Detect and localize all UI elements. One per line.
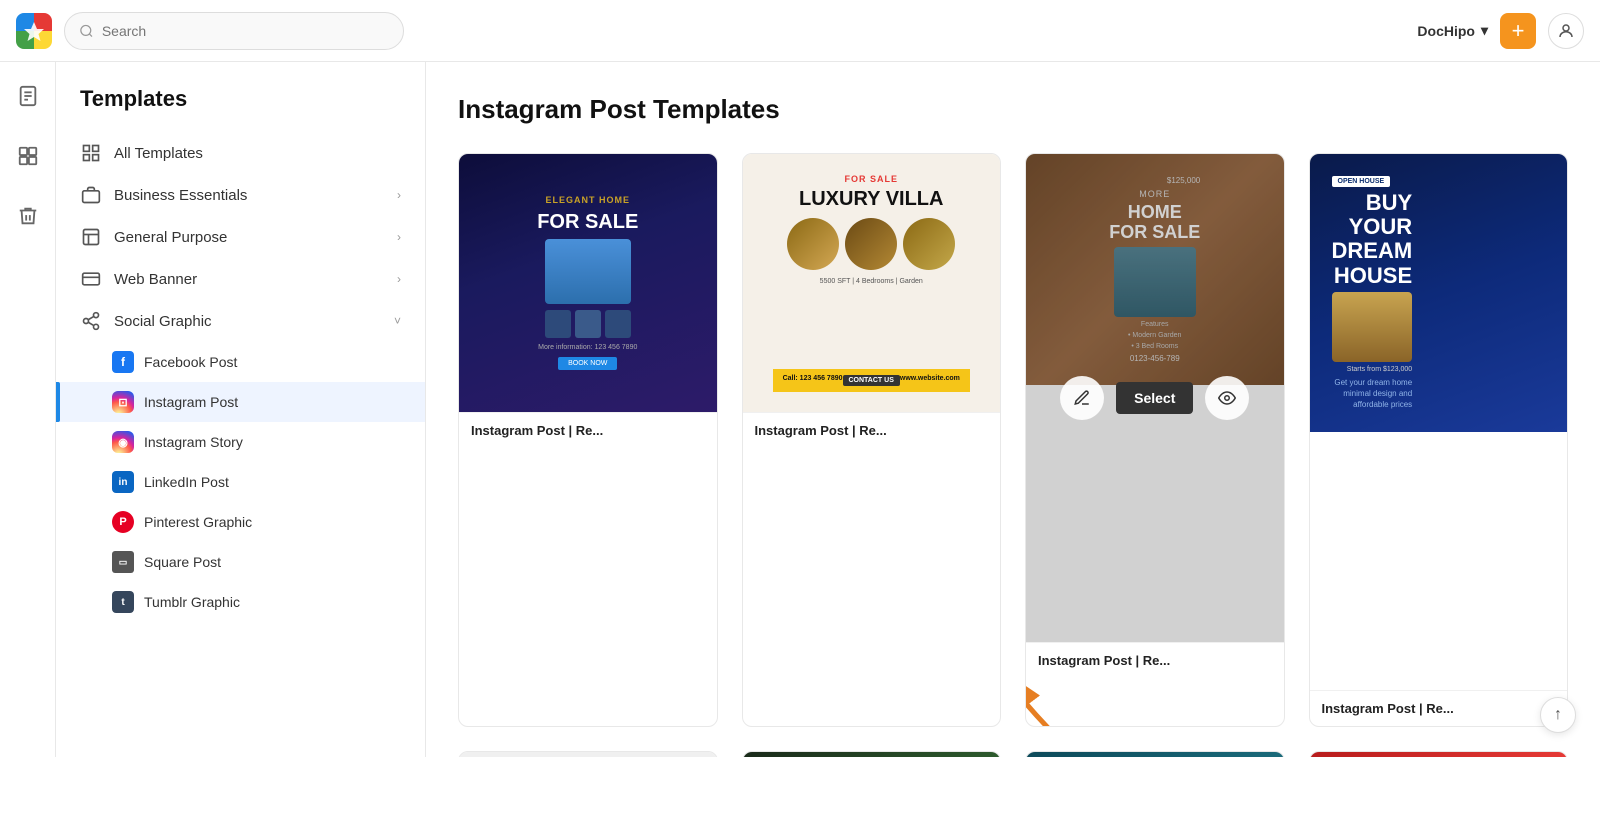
instagram-post-label: Instagram Post: [144, 394, 238, 410]
instagram-story-label: Instagram Story: [144, 434, 243, 450]
tumblr-graphic-label: Tumblr Graphic: [144, 594, 240, 610]
template-card-8[interactable]: FIND YOURDREAM HOME Price starts at: $2,…: [1309, 751, 1569, 757]
sidebar-title: Templates: [56, 86, 425, 132]
template-label-2: Instagram Post | Re...: [743, 412, 1001, 448]
template-card-4[interactable]: OPEN HOUSE BUYYOURDREAMHOUSE Starts from…: [1309, 153, 1569, 727]
nav-sidebar: Templates All Templates Business Essenti…: [56, 62, 426, 757]
facebook-post-label: Facebook Post: [144, 354, 237, 370]
sidebar-icon-trash[interactable]: [10, 198, 46, 234]
facebook-icon: f: [112, 351, 134, 373]
instagram-icon: ⊡: [112, 391, 134, 413]
linkedin-post-label: LinkedIn Post: [144, 474, 229, 490]
topbar-right: DocHipo ▾ +: [1417, 13, 1584, 49]
template-card-3[interactable]: $125,000 More HomeFor Sale Features • Mo…: [1025, 153, 1285, 727]
template-grid: ELEGANT HOME FOR SALE More information: …: [458, 153, 1568, 757]
icon-sidebar: [0, 62, 56, 757]
template-preview-4: OPEN HOUSE BUYYOURDREAMHOUSE Starts from…: [1310, 154, 1568, 432]
web-banner-label: Web Banner: [114, 271, 385, 288]
preview-button-3[interactable]: [1205, 376, 1249, 420]
user-account-button[interactable]: [1548, 13, 1584, 49]
brand-name: DocHipo: [1417, 23, 1475, 39]
brand-dropdown[interactable]: DocHipo ▾: [1417, 22, 1488, 39]
all-templates-icon: [80, 142, 102, 164]
customize-button-3[interactable]: [1060, 376, 1104, 420]
template-label-3: Instagram Post | Re...: [1026, 642, 1284, 678]
web-banner-icon: [80, 268, 102, 290]
template-card-7[interactable]: ⚙ logo $155,000 MODERNHOMEFOR SALE • 3 B…: [1025, 751, 1285, 757]
page-title: Instagram Post Templates: [458, 94, 1568, 125]
new-document-button[interactable]: +: [1500, 13, 1536, 49]
sidebar-item-facebook-post[interactable]: f Facebook Post: [56, 342, 425, 382]
chevron-down-icon: ▾: [1481, 22, 1488, 39]
sidebar-icon-document[interactable]: [10, 78, 46, 114]
main-layout: Templates All Templates Business Essenti…: [0, 62, 1600, 757]
template-preview-1: ELEGANT HOME FOR SALE More information: …: [459, 154, 717, 412]
sidebar-item-instagram-story[interactable]: ◉ Instagram Story: [56, 422, 425, 462]
user-icon: [1557, 22, 1575, 40]
sidebar-item-all-templates[interactable]: All Templates: [56, 132, 425, 174]
search-icon: [79, 23, 94, 39]
sidebar-item-pinterest-graphic[interactable]: P Pinterest Graphic: [56, 502, 425, 542]
business-essentials-icon: [80, 184, 102, 206]
template-card-1[interactable]: ELEGANT HOME FOR SALE More information: …: [458, 153, 718, 727]
template-label-1: Instagram Post | Re...: [459, 412, 717, 448]
pinterest-icon: P: [112, 511, 134, 533]
search-bar[interactable]: [64, 12, 404, 50]
square-post-icon: ▭: [112, 551, 134, 573]
sidebar-icon-template[interactable]: [10, 138, 46, 174]
template-card-6[interactable]: ELEGANT HOMEFOR SALE • 3 Bed Rooms • Mod…: [742, 751, 1002, 757]
sidebar-item-business-essentials[interactable]: Business Essentials ›: [56, 174, 425, 216]
general-purpose-label: General Purpose: [114, 229, 385, 246]
tumblr-icon: t: [112, 591, 134, 613]
search-input[interactable]: [102, 23, 389, 39]
sidebar-item-tumblr-graphic[interactable]: t Tumblr Graphic: [56, 582, 425, 622]
template-preview-8: FIND YOURDREAM HOME Price starts at: $2,…: [1310, 752, 1568, 757]
web-banner-arrow: ›: [397, 272, 401, 286]
main-content: Instagram Post Templates ELEGANT HOME FO…: [426, 62, 1600, 757]
general-purpose-icon: [80, 226, 102, 248]
template-preview-7: ⚙ logo $155,000 MODERNHOMEFOR SALE • 3 B…: [1026, 752, 1284, 757]
template-preview-6: ELEGANT HOMEFOR SALE • 3 Bed Rooms • Mod…: [743, 752, 1001, 757]
general-purpose-arrow: ›: [397, 230, 401, 244]
social-graphic-label: Social Graphic: [114, 313, 382, 330]
sidebar-item-square-post[interactable]: ▭ Square Post: [56, 542, 425, 582]
sidebar-item-general-purpose[interactable]: General Purpose ›: [56, 216, 425, 258]
template-card-5[interactable]: ⚙ logo • 3 Bed Rooms• Modern Kitchen• 1 …: [458, 751, 718, 757]
pinterest-graphic-label: Pinterest Graphic: [144, 514, 252, 530]
linkedin-icon: in: [112, 471, 134, 493]
template-preview-2: FOR SALE LUXURY VILLA 5500 SFT | 4 Bedro…: [743, 154, 1001, 412]
topbar: DocHipo ▾ +: [0, 0, 1600, 62]
sidebar-item-social-graphic[interactable]: Social Graphic ˅: [56, 300, 425, 342]
select-button-3[interactable]: Select: [1116, 382, 1193, 414]
template-preview-5: ⚙ logo • 3 Bed Rooms• Modern Kitchen• 1 …: [459, 752, 717, 757]
square-post-label: Square Post: [144, 554, 221, 570]
all-templates-label: All Templates: [114, 145, 401, 162]
template-label-4: Instagram Post | Re...: [1310, 690, 1568, 726]
scroll-up-button[interactable]: ↑: [1540, 697, 1576, 733]
business-essentials-arrow: ›: [397, 188, 401, 202]
social-graphic-arrow: ˅: [394, 314, 401, 328]
template-card-2[interactable]: FOR SALE LUXURY VILLA 5500 SFT | 4 Bedro…: [742, 153, 1002, 727]
sidebar-item-linkedin-post[interactable]: in LinkedIn Post: [56, 462, 425, 502]
app-logo[interactable]: [16, 13, 52, 49]
social-graphic-icon: [80, 310, 102, 332]
sidebar-item-web-banner[interactable]: Web Banner ›: [56, 258, 425, 300]
instagram-story-icon: ◉: [112, 431, 134, 453]
business-essentials-label: Business Essentials: [114, 187, 385, 204]
active-indicator: [56, 382, 60, 422]
sidebar-item-instagram-post[interactable]: ⊡ Instagram Post: [56, 382, 425, 422]
template-overlay-3[interactable]: Select: [1026, 154, 1284, 642]
